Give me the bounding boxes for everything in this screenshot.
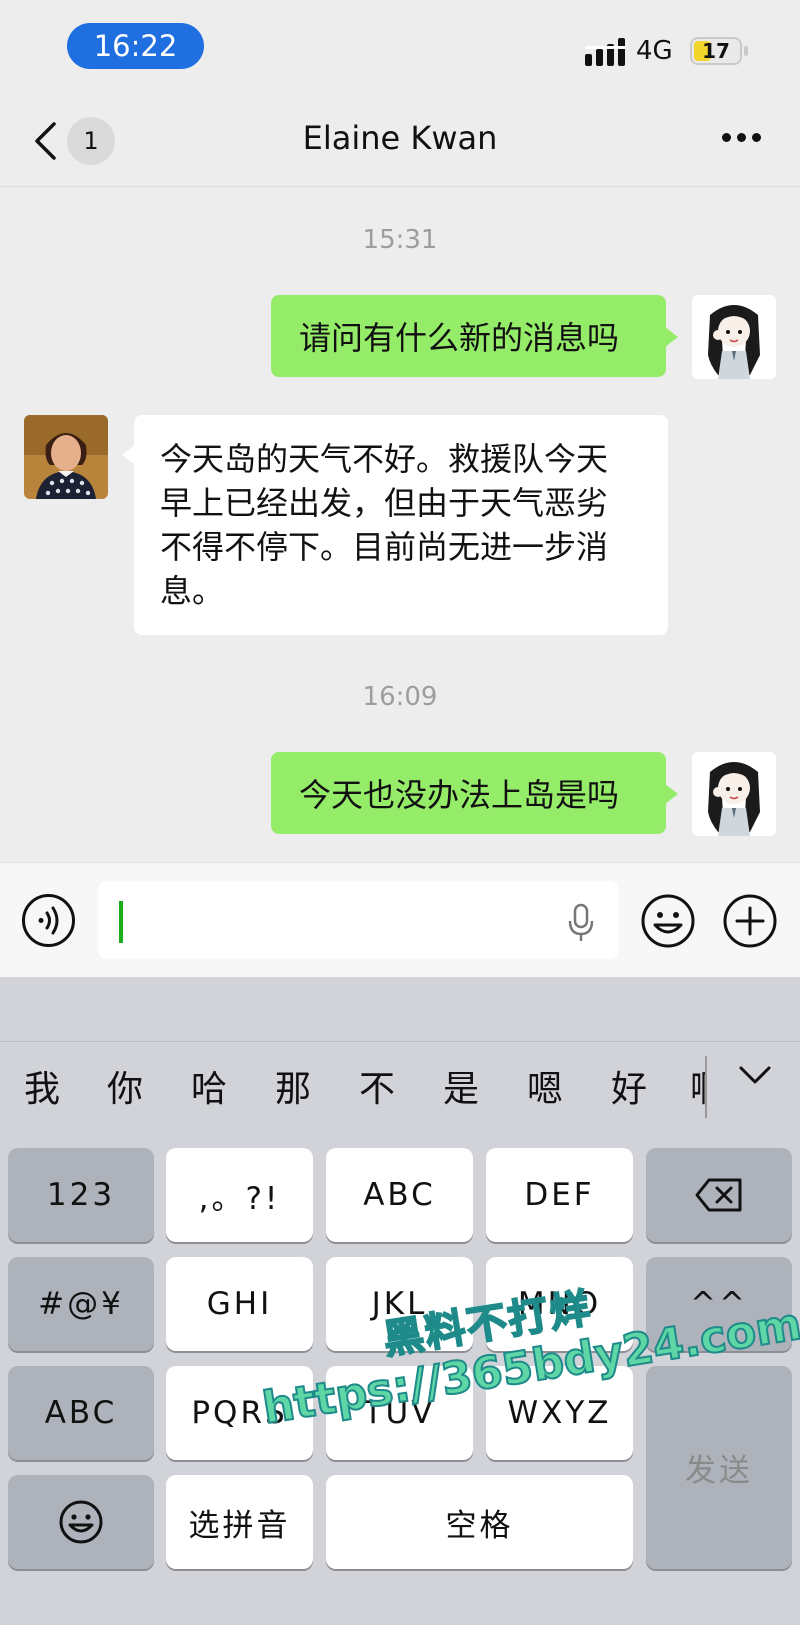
emoji-icon[interactable] [640,893,696,949]
back-icon[interactable] [32,121,58,161]
key-jkl[interactable]: JKL [326,1257,473,1351]
key-mno[interactable]: MNO [486,1257,633,1351]
candidate-word[interactable]: 是 [443,1060,479,1112]
key-abc-switch[interactable]: ABC [8,1366,154,1460]
chat-title: Elaine Kwan [302,119,498,157]
signal-icon [585,38,625,66]
battery-tip [744,46,748,56]
chevron-down-icon[interactable] [738,1064,772,1086]
send-key[interactable]: 发送 [646,1366,792,1569]
key-face[interactable]: ^^ [646,1257,792,1351]
message-text: 今天也没办法上岛是吗 [299,776,620,814]
message-text: 请问有什么新的消息吗 [299,319,620,357]
my-avatar[interactable] [692,295,776,379]
plus-icon[interactable] [722,893,778,949]
candidate-word[interactable]: 我 [24,1060,60,1112]
battery-level: 17 [702,39,730,63]
backspace-key[interactable] [646,1148,792,1242]
chat-input-bar [0,862,800,977]
key-wxyz[interactable]: WXYZ [486,1366,633,1460]
candidate-word[interactable]: 哈 [191,1060,227,1112]
emoji-key[interactable] [8,1475,154,1569]
candidate-word[interactable]: 不 [359,1060,395,1112]
emoji-icon [59,1500,103,1544]
message-line: 息。 [160,572,225,610]
candidate-divider [705,1056,707,1118]
key-symbols[interactable]: #@¥ [8,1257,154,1351]
backspace-icon [695,1178,742,1212]
key-tuv[interactable]: TUV [326,1366,473,1460]
unread-badge[interactable]: 1 [67,117,115,165]
keyboard-toolbar [0,977,800,1042]
contact-photo-icon [24,415,108,499]
key-123[interactable]: 123 [8,1148,154,1242]
outgoing-message[interactable]: 今天也没办法上岛是吗 [271,752,678,834]
candidate-word[interactable]: 啊 [690,1060,706,1112]
key-def[interactable]: DEF [486,1148,633,1242]
key-select-pinyin[interactable]: 选拼音 [166,1475,313,1569]
space-key[interactable]: 空格 [326,1475,633,1569]
key-ghi[interactable]: GHI [166,1257,313,1351]
candidate-word[interactable]: 好 [611,1060,647,1112]
chat-header: 1 Elaine Kwan [0,95,800,187]
message-line: 早上已经出发，但由于天气恶劣 [160,484,609,522]
girl-avatar-icon [692,295,776,379]
girl-avatar-icon [692,752,776,836]
message-timestamp: 15:31 [362,225,438,255]
my-avatar[interactable] [692,752,776,836]
outgoing-message[interactable]: 请问有什么新的消息吗 [271,295,678,377]
key-abc[interactable]: ABC [326,1148,473,1242]
message-timestamp: 16:09 [362,682,438,712]
key-punctuation[interactable]: ,。?! [166,1148,313,1242]
text-cursor [119,901,123,943]
voice-mode-icon[interactable] [21,893,76,948]
message-input[interactable] [98,881,618,959]
candidate-bar: 我 你 哈 那 不 是 嗯 好 啊 [0,1042,800,1127]
candidate-word[interactable]: 那 [275,1060,311,1112]
candidate-word[interactable]: 你 [107,1060,143,1112]
key-pqrs[interactable]: PQRS [166,1366,313,1460]
network-label: 4G [636,36,673,66]
message-line: 今天岛的天气不好。救援队今天 [160,440,609,478]
mic-icon[interactable] [566,903,596,943]
status-bar: 16:22 4G 17 [0,0,800,95]
message-line: 不得不停下。目前尚无进一步消 [160,528,609,566]
more-icon[interactable] [722,133,762,145]
incoming-message[interactable]: 今天岛的天气不好。救援队今天 早上已经出发，但由于天气恶劣 不得不停下。目前尚无… [122,415,668,635]
contact-avatar[interactable] [24,415,108,499]
battery-icon: 17 [690,37,742,65]
candidate-word[interactable]: 嗯 [527,1060,563,1112]
status-time: 16:22 [67,23,204,69]
